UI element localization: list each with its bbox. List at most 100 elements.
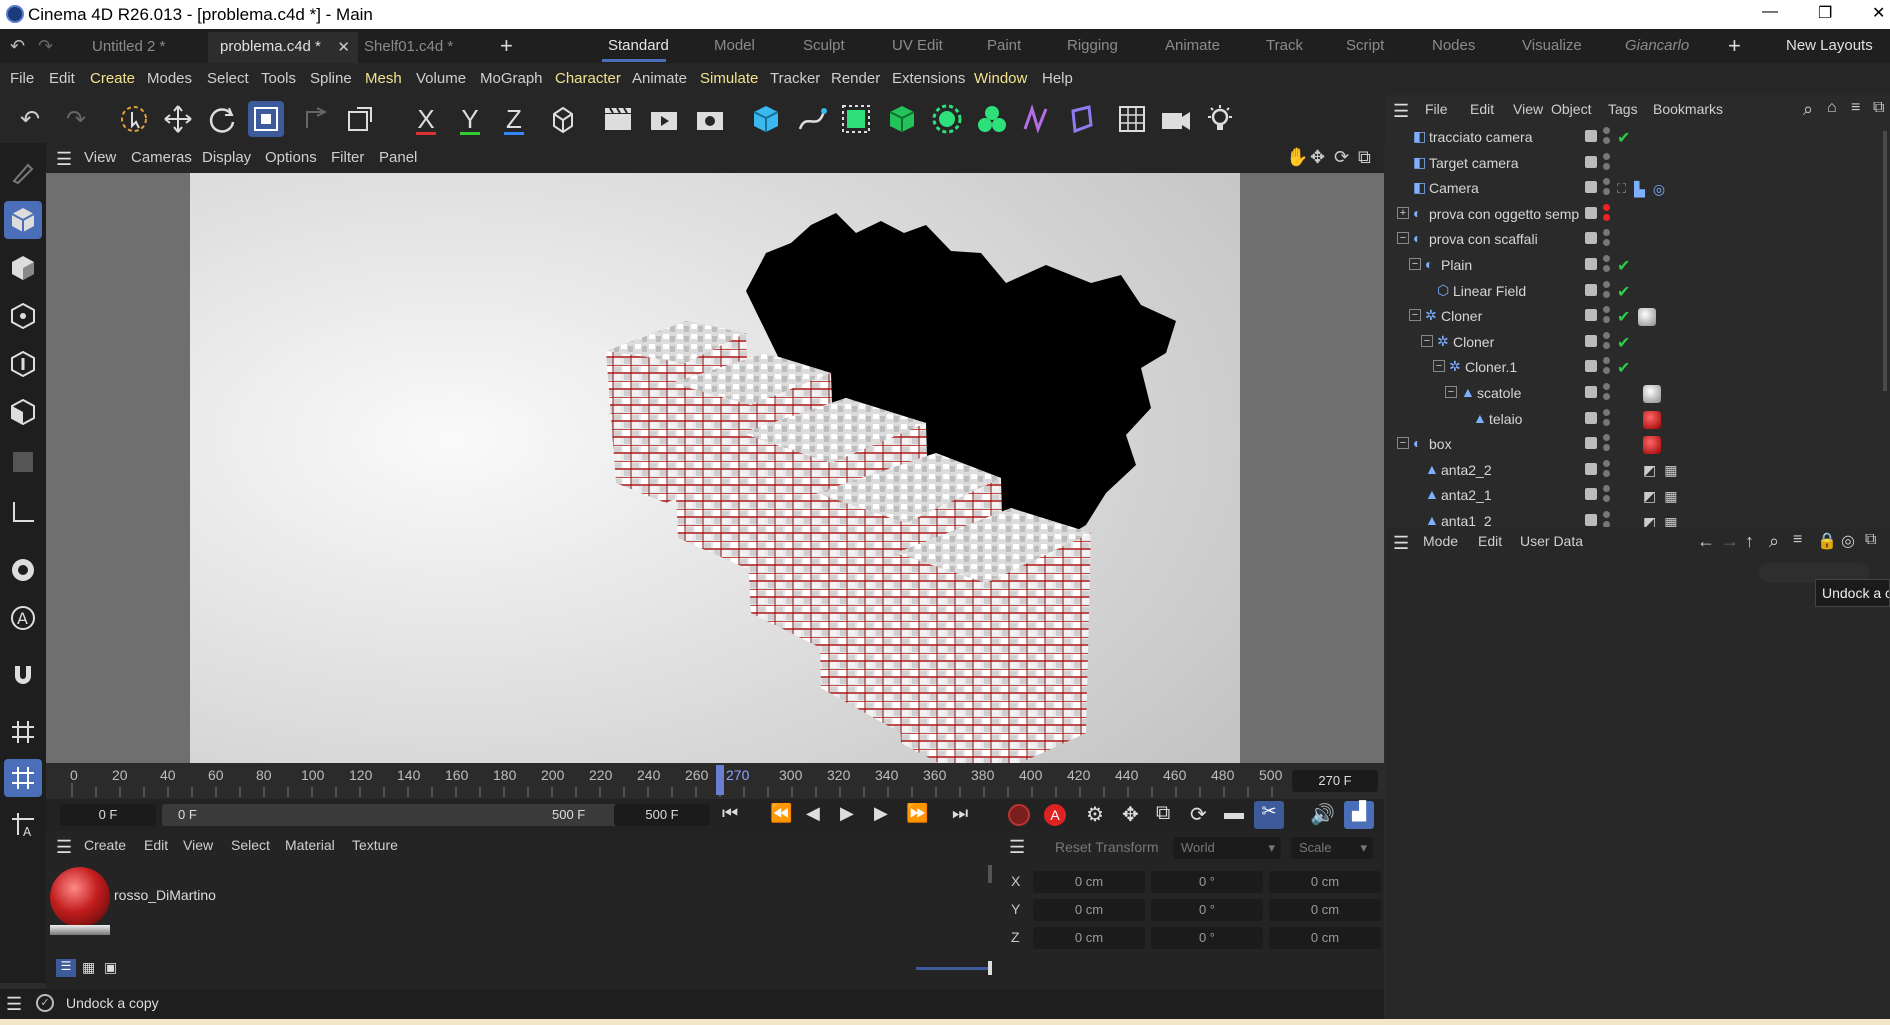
object-name[interactable]: box [1429,436,1602,452]
rot-y-field[interactable]: 0 ° [1151,899,1263,921]
layout-tab-standard[interactable]: Standard [608,37,669,54]
object-tags[interactable] [1617,383,1661,405]
material-menu-texture[interactable]: Texture [352,837,398,853]
object-name[interactable]: Cloner.1 [1465,359,1602,375]
editable-toggle-icon[interactable] [1585,309,1597,322]
redo-icon[interactable]: ↷ [38,36,53,57]
attr-menu-edit[interactable]: Edit [1478,533,1502,549]
redo-button[interactable]: ↷ [58,101,94,137]
target-icon[interactable]: ◎ [1841,531,1855,551]
pos-z-field[interactable]: 0 cm [1033,927,1145,949]
clapboard-icon[interactable] [600,101,636,137]
visibility-dots-icon[interactable] [1603,255,1611,275]
object-row[interactable]: − ✲ Cloner ✔ [1385,330,1890,355]
rotate-tool-icon[interactable] [204,101,240,137]
object-name[interactable]: Plain [1441,257,1602,273]
file-tab-problema[interactable]: problema.c4d * ✕ [208,32,358,63]
object-name[interactable]: Target camera [1429,155,1602,171]
orbit-icon[interactable]: ⟳ [1334,147,1349,168]
editable-toggle-icon[interactable] [1585,334,1597,347]
move-tool-icon[interactable] [160,101,196,137]
next-frame-icon[interactable]: ▶ [874,803,888,824]
object-row[interactable]: ◧ Target camera [1385,151,1890,176]
menu-modes[interactable]: Modes [147,70,192,87]
record-keys-icon[interactable] [1008,804,1030,826]
magnet-snap-icon[interactable] [4,657,42,695]
home-icon[interactable]: ⌂ [1827,99,1837,117]
zoom-slider[interactable] [916,967,990,970]
camera-object-icon[interactable] [1158,101,1194,137]
z-axis-button[interactable]: Z [496,101,532,137]
object-row[interactable]: ▲ anta2_2 ◩ ▦ [1385,458,1890,483]
object-menu-file[interactable]: File [1425,101,1448,117]
keyframe-settings-icon[interactable]: ⚙ [1086,802,1104,827]
object-row[interactable]: ⬡ Linear Field ✔ [1385,279,1890,304]
deformer-icon[interactable] [1018,101,1054,137]
playhead[interactable] [716,765,724,795]
add-layout-icon[interactable]: + [1728,33,1741,59]
object-row[interactable]: − ✲ Cloner.1 ✔ [1385,355,1890,380]
menu-create[interactable]: Create [90,70,135,87]
object-name[interactable]: prova con scaffali [1429,231,1602,247]
object-name[interactable]: Cloner [1453,334,1602,350]
object-name[interactable]: anta2_2 [1441,462,1602,478]
object-tags[interactable] [1617,409,1661,431]
layout-tab-model[interactable]: Model [714,37,755,54]
object-tags[interactable] [1617,434,1661,456]
dolly-icon[interactable]: ✥ [1310,147,1325,168]
cube-primitive-icon[interactable] [748,101,784,137]
material-menu-view[interactable]: View [183,837,213,853]
object-menu-bookmarks[interactable]: Bookmarks [1653,101,1723,117]
search-icon[interactable]: ⌕ [1803,99,1813,120]
material-swatch-2[interactable] [50,925,110,935]
grid-snap-icon[interactable] [4,713,42,751]
large-view-icon[interactable]: ▣ [104,959,117,976]
editable-toggle-icon[interactable] [1585,181,1597,194]
editable-toggle-icon[interactable] [1585,232,1597,245]
object-tags[interactable]: ✔ [1617,127,1630,149]
editable-toggle-icon[interactable] [1585,386,1597,398]
visibility-dots-icon[interactable] [1603,459,1611,480]
editable-toggle-icon[interactable] [1585,130,1597,142]
y-axis-button[interactable]: Y [452,101,488,137]
object-row[interactable]: ▲ telaio [1385,407,1890,432]
pan-hand-icon[interactable]: ✋ [1286,147,1308,168]
end-frame-field[interactable]: 500 F [614,804,710,826]
layout-tab-rigging[interactable]: Rigging [1067,37,1118,54]
workplane-axis-icon[interactable]: A [4,805,42,843]
object-name[interactable]: prova con oggetto semp [1429,206,1602,222]
layout-tab-visualize[interactable]: Visualize [1522,37,1582,54]
object-name[interactable]: scatole [1477,385,1602,401]
menu-window[interactable]: Window [974,70,1027,87]
render-view-icon[interactable] [646,101,682,137]
object-menu-object[interactable]: Object [1551,101,1591,117]
status-hamburger-icon[interactable]: ☰ [6,994,22,1015]
layout-tab-track[interactable]: Track [1266,37,1303,54]
cloner-icon[interactable] [929,101,965,137]
prev-key-icon[interactable]: ⏪ [770,803,792,824]
scale-tool-icon[interactable] [248,101,284,137]
menu-extensions[interactable]: Extensions [892,70,965,87]
pos-y-field[interactable]: 0 cm [1033,899,1145,921]
timeline-mode-icon[interactable]: ▟ [1344,801,1374,829]
extrude-icon[interactable] [884,101,920,137]
menu-edit[interactable]: Edit [49,70,75,87]
editable-toggle-icon[interactable] [1585,462,1597,475]
current-frame-field[interactable]: 270 F [1292,770,1378,792]
file-tab-untitled[interactable]: Untitled 2 * [80,32,177,63]
scale-z-field[interactable]: 0 cm [1269,927,1381,949]
coordinate-system-icon[interactable] [545,101,581,137]
object-name[interactable]: anta2_1 [1441,487,1602,503]
object-tags[interactable]: ✔ [1617,357,1630,379]
object-tags[interactable]: ✔ [1617,281,1630,303]
editable-toggle-icon[interactable] [1585,283,1597,296]
object-name[interactable]: Linear Field [1453,283,1602,299]
model-mode-icon[interactable] [4,201,42,239]
go-to-end-icon[interactable]: ⏭ [952,803,968,824]
visibility-dots-icon[interactable] [1603,331,1611,352]
material-name[interactable]: rosso_DiMartino [114,887,216,903]
menu-character[interactable]: Character [555,70,621,87]
start-frame-field[interactable]: 0 F [60,804,156,826]
object-row[interactable]: − ▲ scatole [1385,381,1890,406]
editable-toggle-icon[interactable] [1585,514,1597,526]
